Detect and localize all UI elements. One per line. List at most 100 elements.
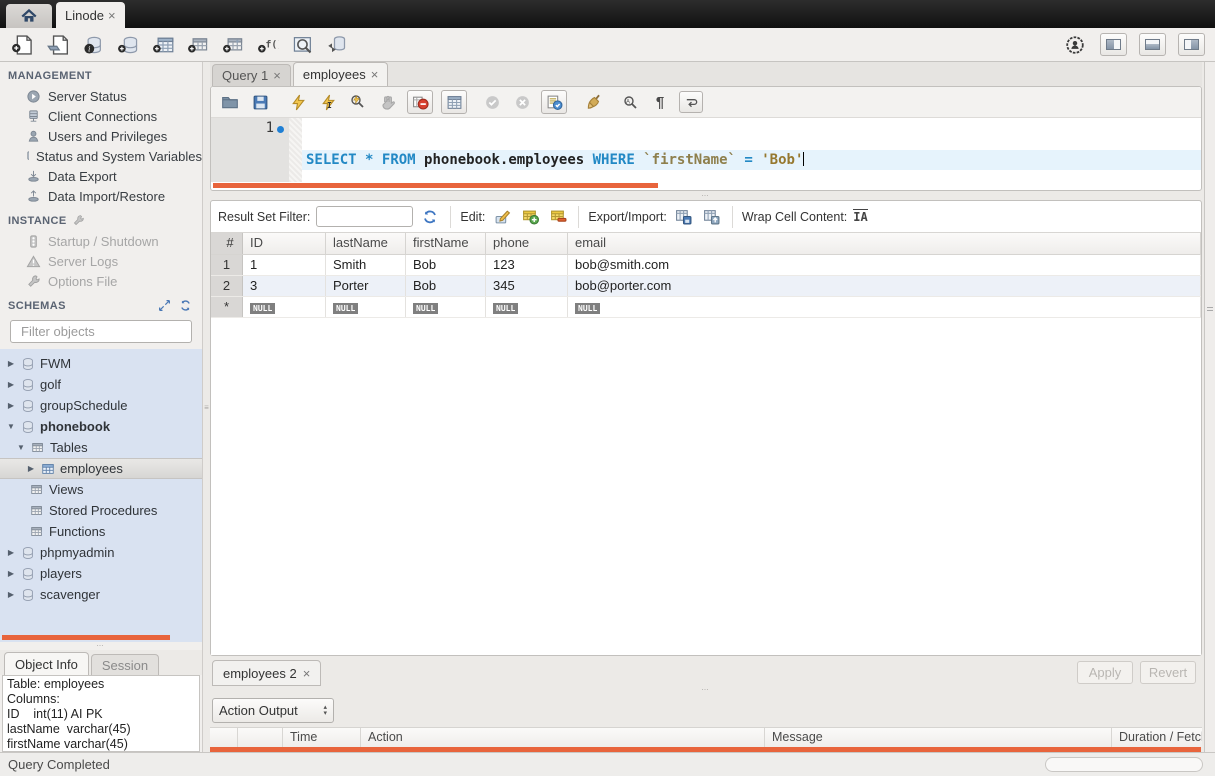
output-col-message[interactable]: Message — [765, 728, 1112, 747]
code-editor[interactable]: 1 SELECT * FROM phonebook.employees WHER… — [211, 118, 1201, 182]
explain-query-button[interactable] — [347, 91, 369, 113]
tab-employees-2[interactable]: employees 2 × — [212, 660, 321, 686]
find-button[interactable]: A — [619, 91, 641, 113]
chevron-right-icon[interactable]: ▶ — [6, 401, 16, 410]
chevron-right-icon[interactable]: ▶ — [6, 569, 16, 578]
save-button[interactable] — [249, 91, 271, 113]
col-header-lastname[interactable]: lastName — [326, 233, 406, 254]
new-sql-tab-button[interactable] — [10, 33, 36, 57]
create-function-button[interactable] — [255, 33, 281, 57]
chevron-right-icon[interactable]: ▶ — [6, 590, 16, 599]
horizontal-scrollbar[interactable] — [2, 635, 170, 640]
chevron-down-icon[interactable]: ▼ — [16, 443, 26, 452]
apply-button[interactable]: Apply — [1077, 661, 1133, 684]
sidebar-item-data-export[interactable]: Data Export — [0, 166, 202, 186]
limit-rows-toggle[interactable] — [441, 90, 467, 114]
col-header-email[interactable]: email — [568, 233, 1201, 254]
output-col-duration[interactable]: Duration / Fetch — [1112, 728, 1202, 747]
schema-node-scavenger[interactable]: ▶ scavenger — [0, 584, 202, 605]
preferences-icon[interactable] — [1062, 33, 1088, 57]
create-procedure-button[interactable] — [220, 33, 246, 57]
col-header-rownum[interactable]: # — [211, 233, 243, 254]
create-schema-button[interactable] — [115, 33, 141, 57]
sidebar-item-options-file[interactable]: Options File — [0, 271, 202, 291]
execute-current-statement-button[interactable]: I — [317, 91, 339, 113]
autocommit-toggle[interactable] — [541, 90, 567, 114]
tree-node-employees[interactable]: ▶ employees — [0, 458, 202, 479]
search-table-data-button[interactable] — [290, 33, 316, 57]
tree-node-views[interactable]: Views — [0, 479, 202, 500]
expand-schemas-icon[interactable] — [158, 299, 171, 312]
table-row[interactable]: 2 3 Porter Bob 345 bob@porter.com — [211, 276, 1201, 297]
schema-node-phonebook[interactable]: ▼ phonebook — [0, 416, 202, 437]
rollback-button[interactable] — [511, 91, 533, 113]
schema-node-groupschedule[interactable]: ▶ groupSchedule — [0, 395, 202, 416]
home-tab[interactable] — [6, 4, 52, 28]
sidebar-item-data-import[interactable]: Data Import/Restore — [0, 186, 202, 206]
col-header-firstname[interactable]: firstName — [406, 233, 486, 254]
chevron-down-icon[interactable]: ▼ — [6, 422, 16, 431]
schema-node-phpmyadmin[interactable]: ▶ phpmyadmin — [0, 542, 202, 563]
tree-node-tables[interactable]: ▼ Tables — [0, 437, 202, 458]
open-sql-script-button[interactable] — [45, 33, 71, 57]
close-icon[interactable]: × — [371, 67, 379, 82]
new-row[interactable]: * NULL NULL NULL NULL NULL — [211, 297, 1201, 318]
output-type-select[interactable]: Action Output ▴▾ — [212, 698, 334, 723]
editor-result-splitter[interactable]: ⋯ — [210, 191, 1202, 200]
tab-object-info[interactable]: Object Info — [4, 652, 89, 675]
tab-employees[interactable]: employees × — [293, 62, 388, 86]
toggle-left-sidebar-button[interactable] — [1100, 33, 1127, 56]
chevron-right-icon[interactable]: ▶ — [6, 359, 16, 368]
sidebar-splitter-handle[interactable]: ⋯ — [0, 642, 202, 650]
sidebar-item-status-system-variables[interactable]: Status and System Variables — [0, 146, 202, 166]
sql-query-line[interactable]: SELECT * FROM phonebook.employees WHERE … — [302, 150, 1201, 170]
execute-query-button[interactable] — [287, 91, 309, 113]
reconnect-dbms-button[interactable] — [325, 33, 351, 57]
revert-button[interactable]: Revert — [1140, 661, 1196, 684]
chevron-right-icon[interactable]: ▶ — [6, 380, 16, 389]
add-row-icon[interactable] — [519, 207, 541, 227]
create-table-button[interactable] — [150, 33, 176, 57]
tab-query-1[interactable]: Query 1 × — [212, 64, 291, 86]
stop-query-button[interactable] — [377, 91, 399, 113]
result-filter-input[interactable] — [316, 206, 413, 227]
close-icon[interactable]: × — [108, 8, 116, 23]
connection-tab[interactable]: Linode × — [56, 2, 125, 28]
create-view-button[interactable] — [185, 33, 211, 57]
sidebar-item-server-status[interactable]: Server Status — [0, 86, 202, 106]
close-icon[interactable]: × — [273, 68, 281, 83]
tree-node-stored-procedures[interactable]: Stored Procedures — [0, 500, 202, 521]
toggle-bottom-panel-button[interactable] — [1139, 33, 1166, 56]
refresh-schemas-icon[interactable] — [179, 299, 192, 312]
output-col-time[interactable]: Time — [283, 728, 361, 747]
import-records-icon[interactable] — [701, 207, 723, 227]
col-header-phone[interactable]: phone — [486, 233, 568, 254]
delete-row-icon[interactable] — [547, 207, 569, 227]
close-icon[interactable]: × — [303, 666, 311, 681]
table-row[interactable]: 1 1 Smith Bob 123 bob@smith.com — [211, 255, 1201, 276]
sidebar-item-server-logs[interactable]: Server Logs — [0, 251, 202, 271]
tree-node-functions[interactable]: Functions — [0, 521, 202, 542]
col-header-id[interactable]: ID — [243, 233, 326, 254]
tab-session[interactable]: Session — [91, 654, 159, 675]
stop-on-error-toggle[interactable] — [407, 90, 433, 114]
edit-record-icon[interactable] — [491, 207, 513, 227]
vertical-splitter[interactable]: ≡ — [203, 62, 210, 752]
export-results-icon[interactable] — [673, 207, 695, 227]
chevron-right-icon[interactable]: ▶ — [6, 548, 16, 557]
sidebar-item-startup-shutdown[interactable]: Startup / Shutdown — [0, 231, 202, 251]
schema-node-golf[interactable]: ▶ golf — [0, 374, 202, 395]
editor-hscrollbar[interactable] — [211, 182, 1201, 190]
schema-node-fwm[interactable]: ▶ FWM — [0, 353, 202, 374]
wrap-cell-content-icon[interactable]: IA — [853, 209, 867, 224]
refresh-results-icon[interactable] — [419, 207, 441, 227]
word-wrap-button[interactable] — [679, 91, 703, 113]
show-invisibles-button[interactable]: ¶ — [649, 91, 671, 113]
output-col-action[interactable]: Action — [361, 728, 765, 747]
clear-editor-button[interactable] — [583, 91, 605, 113]
schema-filter-input[interactable] — [21, 324, 197, 339]
sidebar-item-client-connections[interactable]: Client Connections — [0, 106, 202, 126]
open-file-button[interactable] — [219, 91, 241, 113]
chevron-right-icon[interactable]: ▶ — [26, 464, 36, 473]
sidebar-item-users-privileges[interactable]: Users and Privileges — [0, 126, 202, 146]
